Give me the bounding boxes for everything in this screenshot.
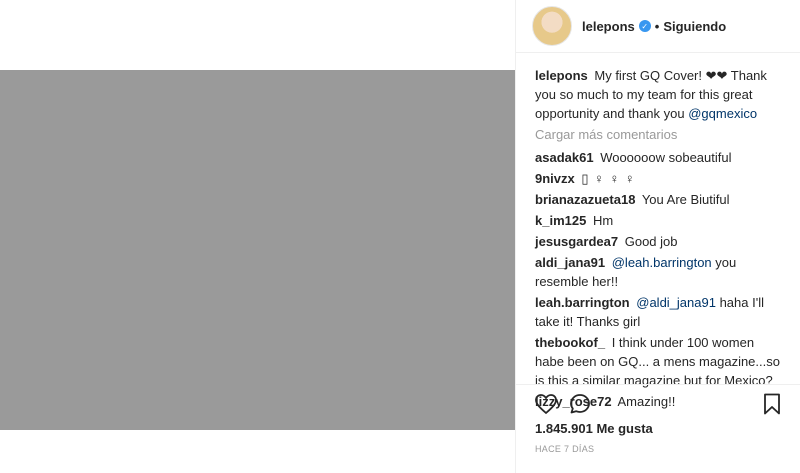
comment-mention[interactable]: @aldi_jana91 [636, 295, 716, 310]
comment-username[interactable]: 9nivzx [535, 171, 575, 186]
heart-icon[interactable] [534, 392, 558, 416]
comment-username[interactable]: jesusgardea7 [535, 234, 618, 249]
comment-mention[interactable]: @leah.barrington [612, 255, 712, 270]
comment-item: thebookof_ I think under 100 women habe … [535, 333, 785, 390]
comment-item: leah.barrington @aldi_jana91 haha I'll t… [535, 293, 785, 331]
comment-text: ▯ ♀ ♀ ♀ [581, 171, 636, 186]
comment-item: asadak61 Woooooow sobeautiful [535, 148, 785, 167]
actions-divider [516, 384, 800, 385]
comment-username[interactable]: aldi_jana91 [535, 255, 605, 270]
comments-panel: lelepons My first GQ Cover! ❤❤ Thank you… [535, 66, 785, 413]
comment-item: aldi_jana91 @leah.barrington you resembl… [535, 253, 785, 291]
header-separator: • [654, 18, 660, 34]
comment-text: Woooooow sobeautiful [600, 150, 732, 165]
follow-status-button[interactable]: Siguiendo [663, 19, 726, 34]
comment-username[interactable]: asadak61 [535, 150, 594, 165]
post-timestamp[interactable]: HACE 7 DÍAS [535, 444, 594, 454]
bookmark-icon[interactable] [760, 392, 784, 416]
comment-text: Good job [624, 234, 678, 249]
load-more-comments-button[interactable]: Cargar más comentarios [535, 125, 785, 144]
likes-count[interactable]: 1.845.901 Me gusta [535, 421, 653, 436]
action-bar [530, 392, 790, 418]
post-media-area [0, 0, 515, 473]
comment-icon[interactable] [568, 392, 592, 416]
comment-item: 9nivzx ▯ ♀ ♀ ♀ [535, 169, 785, 188]
caption-username[interactable]: lelepons [535, 68, 588, 83]
verified-badge-icon: ✓ [638, 20, 651, 32]
comment-item: brianazazueta18 You Are Biutiful [535, 190, 785, 209]
caption: lelepons My first GQ Cover! ❤❤ Thank you… [535, 66, 785, 123]
comment-username[interactable]: thebookof_ [535, 335, 605, 350]
post-photo-placeholder[interactable] [0, 70, 515, 430]
avatar[interactable] [532, 6, 572, 46]
comment-username[interactable]: leah.barrington [535, 295, 630, 310]
caption-mention[interactable]: @gqmexico [688, 106, 757, 121]
header-username[interactable]: lelepons [582, 19, 635, 34]
header-divider [516, 52, 800, 53]
comment-text: Hm [592, 213, 614, 228]
comment-item: k_im125 Hm [535, 211, 785, 230]
post-header: lelepons ✓ • Siguiendo [516, 0, 800, 52]
column-divider [515, 0, 516, 473]
comment-item: jesusgardea7 Good job [535, 232, 785, 251]
comment-username[interactable]: k_im125 [535, 213, 586, 228]
comment-text: You Are Biutiful [641, 192, 730, 207]
comment-username[interactable]: brianazazueta18 [535, 192, 635, 207]
